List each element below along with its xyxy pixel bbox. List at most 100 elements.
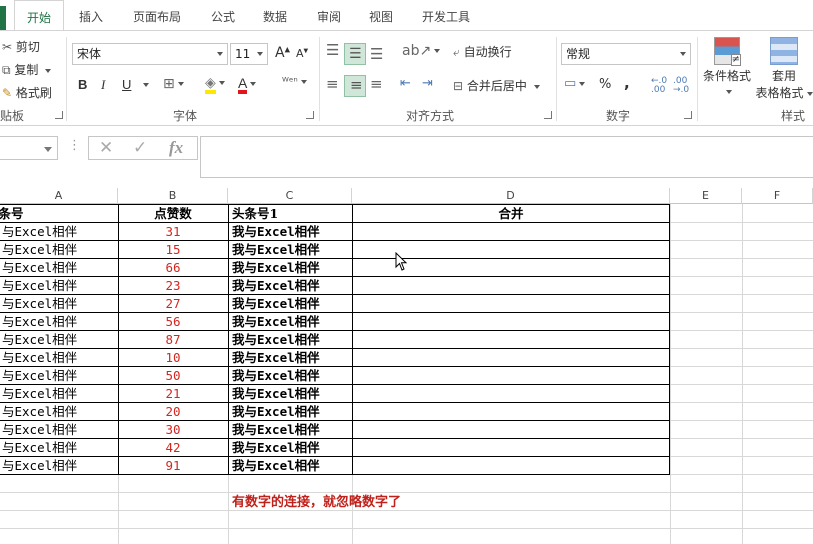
header-cell-d[interactable]: 合并 — [352, 205, 670, 223]
borders-button[interactable]: ⊞ — [163, 76, 184, 92]
table-cell-a[interactable]: 与Excel相伴 — [2, 223, 118, 241]
table-cell-d[interactable] — [352, 367, 670, 385]
table-cell-c[interactable]: 我与Excel相伴 — [232, 385, 352, 403]
clipboard-launcher-icon[interactable] — [55, 111, 63, 119]
font-size-select[interactable]: 11 — [230, 43, 268, 65]
column-header-d[interactable]: D — [352, 188, 670, 204]
column-header-a[interactable]: A — [0, 188, 118, 204]
table-cell-c[interactable]: 我与Excel相伴 — [232, 241, 352, 259]
table-cell-d[interactable] — [352, 277, 670, 295]
table-cell-b[interactable]: 91 — [118, 457, 228, 475]
italic-button[interactable]: I — [101, 77, 105, 93]
increase-font-button[interactable]: A▲ — [275, 45, 290, 61]
insert-function-icon[interactable]: fx — [169, 137, 183, 159]
align-top-button[interactable]: ☰ — [326, 41, 339, 59]
table-cell-c[interactable]: 我与Excel相伴 — [232, 421, 352, 439]
tab-page-layout[interactable]: 页面布局 — [124, 0, 190, 30]
table-cell-d[interactable] — [352, 349, 670, 367]
format-as-table-button[interactable]: 套用 表格格式 — [755, 37, 813, 101]
align-left-button[interactable]: ≡ — [326, 75, 339, 93]
table-cell-c[interactable]: 我与Excel相伴 — [232, 457, 352, 475]
table-cell-a[interactable]: 与Excel相伴 — [2, 385, 118, 403]
conditional-formatting-button[interactable]: ≠ 条件格式 — [701, 37, 753, 98]
tab-view[interactable]: 视图 — [358, 0, 404, 30]
table-cell-a[interactable]: 与Excel相伴 — [2, 439, 118, 457]
tab-data[interactable]: 数据 — [252, 0, 298, 30]
table-cell-b[interactable]: 31 — [118, 223, 228, 241]
table-cell-b[interactable]: 20 — [118, 403, 228, 421]
table-cell-c[interactable]: 我与Excel相伴 — [232, 259, 352, 277]
table-cell-b[interactable]: 10 — [118, 349, 228, 367]
table-cell-b[interactable]: 23 — [118, 277, 228, 295]
cancel-icon[interactable]: ✕ — [99, 137, 113, 159]
table-cell-c[interactable]: 我与Excel相伴 — [232, 295, 352, 313]
copy-button[interactable]: ⧉ 复制 — [2, 61, 52, 78]
table-cell-a[interactable]: 与Excel相伴 — [2, 259, 118, 277]
header-cell-a[interactable]: 头条号 — [0, 205, 118, 223]
underline-button[interactable]: U — [122, 77, 131, 92]
table-cell-b[interactable]: 15 — [118, 241, 228, 259]
table-cell-a[interactable]: 与Excel相伴 — [2, 241, 118, 259]
table-cell-b[interactable]: 42 — [118, 439, 228, 457]
increase-indent-button[interactable]: ⇥ — [422, 76, 433, 91]
resize-handle-icon[interactable]: ⋮ — [68, 138, 81, 153]
table-cell-d[interactable] — [352, 385, 670, 403]
table-cell-c[interactable]: 我与Excel相伴 — [232, 349, 352, 367]
fill-color-button[interactable]: ◈ — [205, 75, 225, 94]
header-cell-c[interactable]: 头条号1 — [232, 205, 352, 223]
table-cell-c[interactable]: 我与Excel相伴 — [232, 223, 352, 241]
table-cell-b[interactable]: 30 — [118, 421, 228, 439]
name-box[interactable] — [0, 136, 58, 160]
font-color-button[interactable]: A — [238, 75, 257, 94]
table-cell-b[interactable]: 56 — [118, 313, 228, 331]
table-cell-c[interactable]: 我与Excel相伴 — [232, 367, 352, 385]
table-cell-d[interactable] — [352, 313, 670, 331]
orientation-button[interactable]: ab↗ — [402, 43, 441, 59]
table-cell-c[interactable]: 我与Excel相伴 — [232, 313, 352, 331]
align-right-button[interactable]: ≡ — [370, 75, 383, 93]
table-cell-a[interactable]: 与Excel相伴 — [2, 331, 118, 349]
table-cell-d[interactable] — [352, 403, 670, 421]
table-cell-c[interactable]: 我与Excel相伴 — [232, 439, 352, 457]
increase-decimal-button[interactable]: ←.0.00 — [651, 77, 667, 95]
decrease-font-button[interactable]: A▼ — [296, 47, 308, 60]
table-cell-b[interactable]: 87 — [118, 331, 228, 349]
table-cell-b[interactable]: 27 — [118, 295, 228, 313]
alignment-launcher-icon[interactable] — [544, 111, 552, 119]
table-cell-d[interactable] — [352, 457, 670, 475]
table-cell-c[interactable]: 我与Excel相伴 — [232, 277, 352, 295]
table-cell-a[interactable]: 与Excel相伴 — [2, 277, 118, 295]
tab-home[interactable]: 开始 — [14, 0, 64, 30]
number-format-select[interactable]: 常规 — [561, 43, 691, 65]
table-cell-b[interactable]: 50 — [118, 367, 228, 385]
table-cell-d[interactable] — [352, 439, 670, 457]
table-cell-a[interactable]: 与Excel相伴 — [2, 367, 118, 385]
phonetic-button[interactable]: ᵂᵉⁿ — [282, 75, 307, 88]
cut-button[interactable]: ✂ 剪切 — [2, 38, 40, 55]
formula-input[interactable] — [200, 136, 813, 178]
column-header-b[interactable]: B — [118, 188, 228, 204]
table-cell-c[interactable]: 我与Excel相伴 — [232, 331, 352, 349]
align-middle-button[interactable]: ☰ — [344, 43, 366, 65]
table-cell-d[interactable] — [352, 331, 670, 349]
table-cell-d[interactable] — [352, 421, 670, 439]
decrease-decimal-button[interactable]: .00 →.0 — [673, 77, 689, 95]
confirm-icon[interactable]: ✓ — [133, 137, 147, 159]
table-cell-a[interactable]: 与Excel相伴 — [2, 349, 118, 367]
note-text[interactable]: 有数字的连接，就忽略数字了 — [232, 491, 401, 510]
column-header-f[interactable]: F — [742, 188, 813, 204]
table-cell-d[interactable] — [352, 295, 670, 313]
table-cell-a[interactable]: 与Excel相伴 — [2, 313, 118, 331]
format-painter-button[interactable]: ✎ 格式刷 — [2, 84, 52, 101]
comma-style-button[interactable]: , — [624, 74, 630, 92]
number-launcher-icon[interactable] — [684, 111, 692, 119]
tab-developer[interactable]: 开发工具 — [412, 0, 480, 30]
table-cell-b[interactable]: 66 — [118, 259, 228, 277]
worksheet-grid[interactable]: A B C D E F 头条号点赞数头条号1合并与Excel相伴31我与Exce… — [0, 188, 813, 544]
table-cell-a[interactable]: 与Excel相伴 — [2, 403, 118, 421]
chevron-down-icon[interactable] — [143, 83, 149, 87]
table-cell-d[interactable] — [352, 223, 670, 241]
column-header-e[interactable]: E — [670, 188, 742, 204]
wrap-text-button[interactable]: ⤶ 自动换行 — [453, 43, 512, 60]
merge-center-button[interactable]: ⊟ 合并后居中 — [453, 77, 540, 94]
